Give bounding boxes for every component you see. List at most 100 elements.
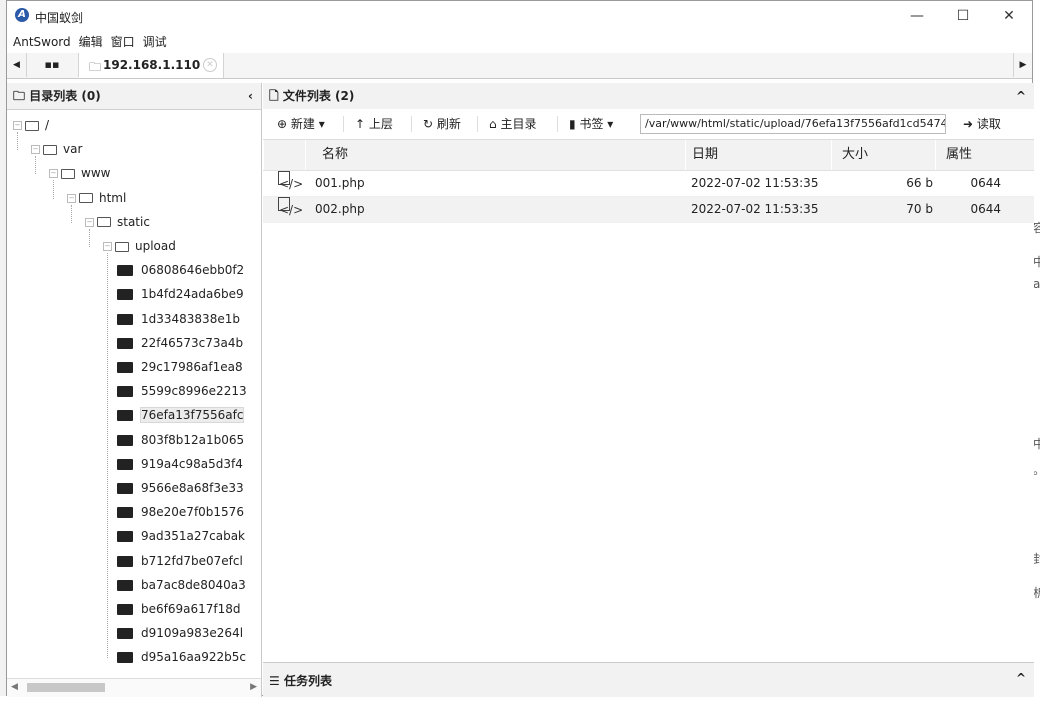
tab-home-grid-icon[interactable]: ▪▪ [26, 53, 79, 77]
folder-closed-icon [117, 628, 133, 640]
bookmark-button[interactable]: ▮ 书签 ▾ [569, 109, 613, 139]
tree-node[interactable]: − / [13, 116, 49, 134]
file-size: 70 b [906, 202, 933, 216]
menu-edit[interactable]: 编辑 [75, 31, 107, 53]
background-text: 中 [1033, 255, 1040, 269]
tree-folder-item[interactable]: 1b4fd24ada6be9 [117, 285, 244, 303]
tree-folder-item[interactable]: 22f46573c73a4b [117, 334, 243, 352]
tree-toggle-icon[interactable]: − [85, 217, 94, 227]
folder-open-icon [43, 144, 57, 155]
tree-node[interactable]: − static [85, 213, 150, 231]
tree-folder-item[interactable]: d95a16aa922b5c [117, 648, 246, 666]
folder-open-icon [79, 193, 93, 204]
column-size[interactable]: 大小 [831, 140, 935, 170]
php-file-icon: </> [278, 197, 303, 217]
tree-connector-line [107, 253, 108, 659]
home-button[interactable]: ⌂ 主目录 [489, 109, 536, 139]
menu-antsword[interactable]: AntSword [7, 31, 75, 53]
tree-node-label: 1d33483838e1b [141, 311, 240, 326]
file-rows: </> 001.php 2022-07-02 11:53:35 66 b 0644 </>… [263, 171, 1034, 223]
tree-folder-item[interactable]: 98e20e7f0b1576 [117, 503, 244, 521]
file-perm: 0644 [970, 202, 1001, 216]
up-button[interactable]: ↑ 上层 [355, 109, 393, 139]
tree-node-label: 9ad351a27cabak [141, 529, 246, 544]
file-grid: 名称 日期 大小 属性 </> 001.php 2022-07-02 11:53:3… [263, 140, 1034, 223]
tree-folder-item[interactable]: 06808646ebb0f2 [117, 261, 244, 279]
list-icon: ☰ [269, 674, 280, 688]
tab-shell-192-168-1-110[interactable]: 🗀 192.168.1.110 ✕ [79, 53, 224, 78]
tab-bar: ◀ ▪▪ 🗀 192.168.1.110 ✕ ▶ [7, 53, 1032, 79]
folder-closed-icon [117, 555, 133, 567]
new-button[interactable]: ⊕ 新建 ▾ [277, 109, 325, 139]
file-name: 002.php [315, 202, 365, 216]
folder-closed-icon [117, 386, 133, 398]
menu-debug[interactable]: 调试 [139, 31, 171, 53]
column-perm[interactable]: 属性 [935, 140, 1034, 170]
scroll-right-icon[interactable]: ▶ [250, 682, 257, 692]
tree-folder-item[interactable]: 1d33483838e1b [117, 310, 240, 328]
refresh-button[interactable]: ↻ 刷新 [423, 109, 461, 139]
folder-closed-icon [117, 652, 133, 664]
tab-scroll-right-icon[interactable]: ▶ [1013, 53, 1032, 77]
antsword-window: A 中国蚁剑 — ☐ ✕ AntSword 编辑 窗口 调试 ◀ ▪▪ 🗀 192.1… [6, 0, 1034, 697]
column-name[interactable]: 名称 [305, 140, 685, 170]
tree-folder-item[interactable]: be6f69a617f18d [117, 600, 241, 618]
tree-folder-item[interactable]: 5599c8996e2213 [117, 382, 247, 400]
folder-closed-icon [117, 337, 133, 349]
path-input[interactable]: /var/www/html/static/upload/76efa13f7556… [640, 114, 946, 134]
folder-closed-icon [117, 483, 133, 494]
folder-closed-icon [117, 507, 133, 519]
read-button[interactable]: ➜ 读取 [963, 109, 1001, 139]
folder-outline-icon: 🗀 [13, 89, 26, 103]
tree-node-label: 1b4fd24ada6be9 [141, 287, 244, 302]
tree-node-label: var [63, 142, 83, 157]
tree-folder-item[interactable]: 919a4c98a5d3f4 [117, 455, 243, 473]
tree-connector-line [35, 156, 36, 175]
home-icon: ⌂ [489, 117, 497, 131]
tree-node[interactable]: − var [31, 140, 82, 158]
tree-node[interactable]: − www [49, 164, 110, 182]
file-row[interactable]: </> 001.php 2022-07-02 11:53:35 66 b 0644 [263, 171, 1034, 197]
minimize-button[interactable]: — [894, 1, 940, 31]
tree-folder-item[interactable]: 803f8b12a1b065 [117, 431, 244, 449]
tab-label: 192.168.1.110 [103, 58, 201, 72]
file-name: 001.php [315, 176, 365, 190]
maximize-button[interactable]: ☐ [940, 1, 986, 31]
tree-folder-item[interactable]: 76efa13f7556afc [117, 406, 245, 424]
tree-toggle-icon[interactable]: − [31, 145, 40, 155]
folder-closed-icon [117, 289, 133, 301]
tree-toggle-icon[interactable]: − [103, 242, 112, 251]
scrollbar-thumb[interactable] [27, 683, 105, 692]
file-grid-header: 名称 日期 大小 属性 [263, 140, 1034, 171]
tree-node[interactable]: − upload [103, 237, 176, 255]
tree-horizontal-scrollbar[interactable]: ◀ ▶ [7, 678, 261, 697]
tab-scroll-left-icon[interactable]: ◀ [7, 53, 27, 77]
tree-folder-item[interactable]: b712fd7be07efcl [117, 552, 243, 570]
folder-closed-icon [117, 531, 133, 543]
tree-toggle-icon[interactable]: − [13, 121, 22, 130]
arrow-right-icon: ➜ [963, 117, 974, 131]
tree-toggle-icon[interactable]: − [49, 169, 58, 179]
tree-folder-item[interactable]: 29c17986af1ea8 [117, 358, 243, 376]
tree-folder-item[interactable]: 9566e8a68f3e33 [117, 479, 244, 497]
window-title: 中国蚁剑 [35, 11, 84, 25]
scroll-left-icon[interactable]: ◀ [11, 682, 18, 692]
expand-task-panel-icon[interactable]: ^ [1016, 671, 1026, 685]
collapse-up-icon[interactable]: ^ [1016, 83, 1026, 109]
folder-icon: 🗀 [89, 60, 102, 74]
tree-node[interactable]: − html [67, 189, 126, 207]
tree-toggle-icon[interactable]: − [67, 193, 76, 203]
close-button[interactable]: ✕ [986, 1, 1032, 31]
background-text: 。 [1033, 461, 1040, 478]
menu-window[interactable]: 窗口 [107, 31, 139, 53]
file-row[interactable]: </> 002.php 2022-07-02 11:53:35 70 b 0644 [263, 197, 1034, 223]
tree-folder-item[interactable]: d9109a983e264l [117, 624, 243, 642]
menu-bar: AntSword 编辑 窗口 调试 [7, 31, 1032, 54]
tree-folder-item[interactable]: 9ad351a27cabak [117, 527, 245, 545]
column-date[interactable]: 日期 [685, 140, 831, 170]
tree-node-label: 98e20e7f0b1576 [141, 505, 244, 520]
directory-panel-title: 目录列表 (0) [29, 89, 101, 103]
collapse-left-icon[interactable]: ‹ [248, 83, 253, 109]
tree-folder-item[interactable]: ba7ac8de8040a3 [117, 576, 246, 594]
tab-close-icon[interactable]: ✕ [203, 58, 217, 72]
